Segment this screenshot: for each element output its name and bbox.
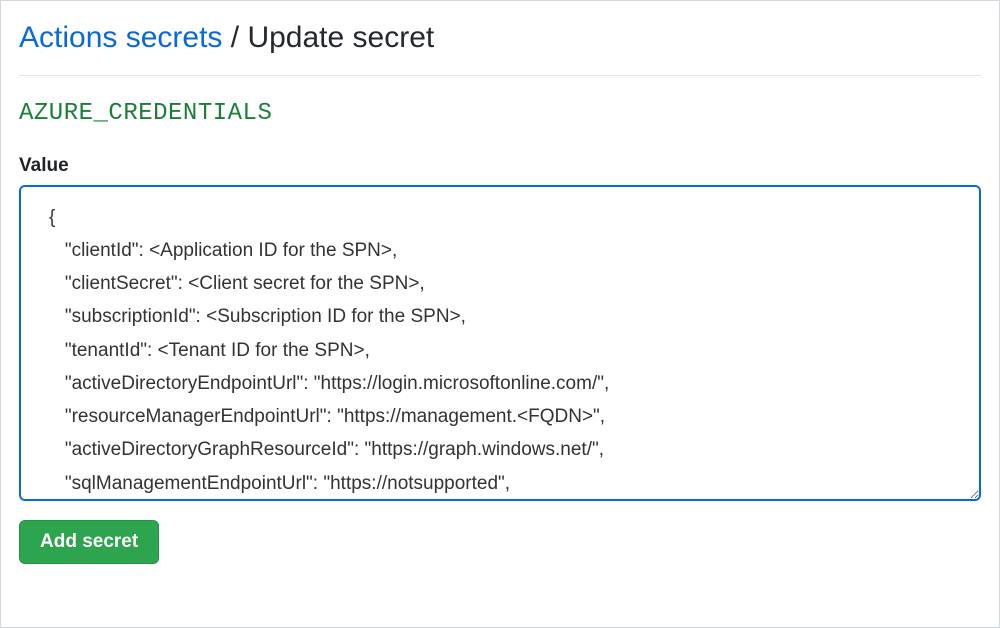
- add-secret-button[interactable]: Add secret: [19, 520, 159, 564]
- secret-name: AZURE_CREDENTIALS: [19, 100, 981, 127]
- breadcrumb-separator: /: [231, 21, 248, 54]
- secret-value-input[interactable]: [19, 185, 981, 501]
- value-field-wrapper: [19, 185, 981, 506]
- breadcrumb-link-actions-secrets[interactable]: Actions secrets: [19, 21, 222, 54]
- breadcrumb-current: Update secret: [247, 21, 434, 54]
- breadcrumb: Actions secrets / Update secret: [19, 19, 981, 76]
- value-label: Value: [19, 155, 981, 177]
